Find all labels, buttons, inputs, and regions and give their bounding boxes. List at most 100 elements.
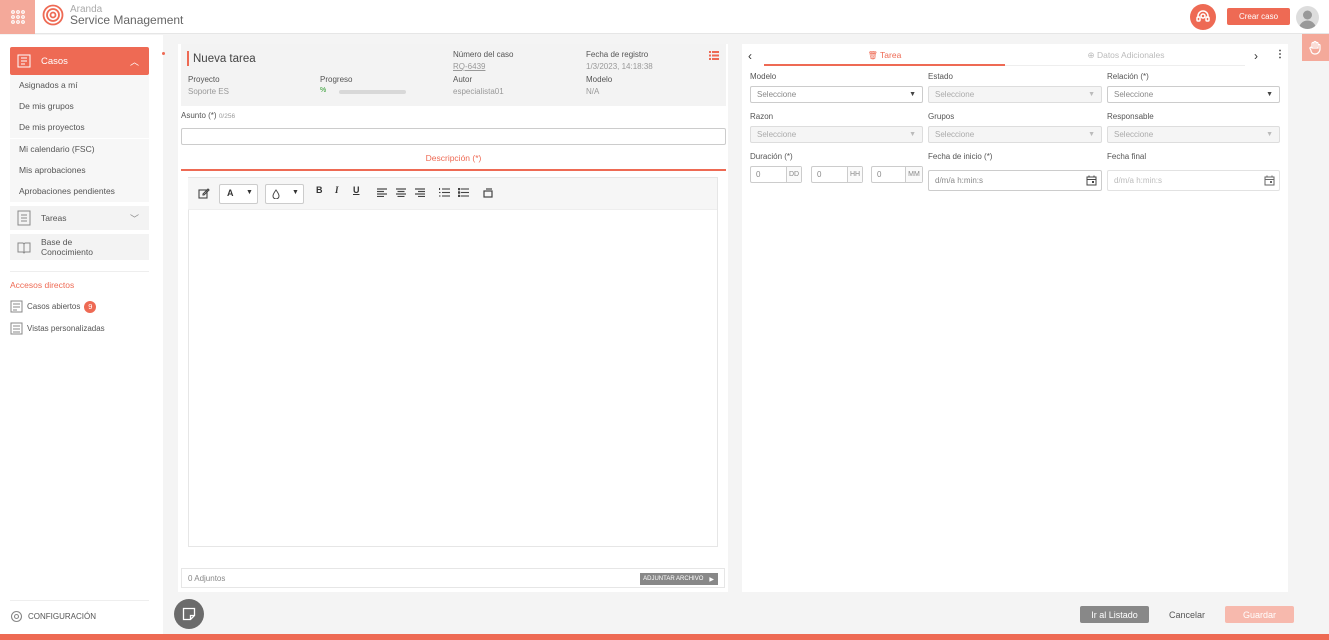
bold-icon[interactable]: B	[316, 185, 323, 195]
duracion-dd-input[interactable]: 0 DD	[750, 166, 802, 183]
divider	[10, 600, 149, 601]
create-case-button[interactable]: Crear caso	[1227, 8, 1290, 25]
numero-label: Número del caso	[453, 50, 514, 59]
accesos-directos-title: Accesos directos	[10, 280, 75, 290]
notes-button[interactable]	[174, 599, 204, 629]
duracion-mm-input[interactable]: 0 MM	[871, 166, 923, 183]
chevron-up-icon[interactable]: ︿	[130, 55, 139, 68]
caret-down-icon: ▼	[909, 131, 916, 138]
underline-icon[interactable]: U	[353, 185, 360, 195]
select-placeholder: Seleccione	[757, 130, 797, 139]
font-color-select[interactable]: A ▼	[219, 184, 258, 204]
config-label: CONFIGURACIÓN	[28, 612, 96, 621]
chevron-right-icon[interactable]: ›	[1254, 49, 1258, 63]
mm-unit: MM	[905, 167, 922, 182]
select-placeholder: Seleccione	[935, 90, 975, 99]
sidebar-item-proyectos[interactable]: De mis proyectos	[10, 117, 149, 138]
razon-field-label: Razon	[750, 112, 774, 121]
cancel-button[interactable]: Cancelar	[1157, 606, 1217, 623]
go-to-list-button[interactable]: Ir al Listado	[1080, 606, 1149, 623]
support-agent-icon[interactable]	[1190, 4, 1216, 30]
responsable-field-label: Responsable	[1107, 112, 1154, 121]
chevron-left-icon[interactable]: ‹	[748, 49, 752, 63]
sidebar-item-pendientes[interactable]: Aprobaciones pendientes	[10, 181, 149, 202]
tab-datos-adicionales[interactable]: ⊕ Datos Adicionales	[1005, 50, 1247, 61]
caret-down-icon: ▼	[1266, 131, 1273, 138]
sidebar-item-grupos[interactable]: De mis grupos	[10, 96, 149, 117]
brand-logo[interactable]: Aranda Service Management	[42, 4, 183, 26]
sidebar-item-label: Conocimiento	[41, 247, 93, 257]
tab-tarea[interactable]: 🗑 Tarea	[764, 50, 1005, 60]
user-avatar[interactable]	[1296, 6, 1319, 29]
chevron-down-icon[interactable]: ﹀	[130, 212, 139, 225]
proyecto-value: Soporte ES	[188, 87, 229, 96]
duracion-hh-input[interactable]: 0 HH	[811, 166, 863, 183]
caret-down-icon: ▼	[1088, 131, 1095, 138]
razon-select[interactable]: Seleccione ▼	[750, 126, 923, 143]
align-right-icon[interactable]	[415, 188, 425, 199]
asunto-input[interactable]	[181, 128, 726, 145]
top-bar: Aranda Service Management Crear caso	[0, 0, 1329, 34]
align-center-icon[interactable]	[396, 188, 406, 199]
sidebar-item-asignados[interactable]: Asignados a mí	[10, 75, 149, 96]
side-panel-toggle[interactable]	[1302, 34, 1329, 61]
list-icon	[10, 300, 23, 313]
bottom-accent-strip	[0, 634, 1329, 640]
save-button[interactable]: Guardar	[1225, 606, 1294, 623]
sidebar-item-aprobaciones[interactable]: Mis aprobaciones	[10, 160, 149, 181]
shortcut-label: Casos abiertos	[27, 302, 81, 311]
attach-file-button[interactable]: ADJUNTAR ARCHIVO ▶	[640, 573, 718, 585]
tab-label: Datos Adicionales	[1096, 50, 1165, 60]
sidebar: Casos ︿ Asignados a mí De mis grupos De …	[0, 35, 163, 635]
attachments-count: 0 Adjuntos	[188, 574, 226, 583]
asunto-label-text: Asunto (*)	[181, 111, 217, 120]
bullet-list-icon[interactable]	[457, 187, 469, 199]
select-placeholder: Seleccione	[1114, 130, 1154, 139]
plus-circle-icon: ⊕	[1087, 50, 1095, 60]
grupos-select[interactable]: Seleccione ▼	[928, 126, 1102, 143]
fecha-final-input[interactable]: d/m/a h:min:s	[1107, 170, 1280, 191]
sidebar-item-label: Tareas	[41, 213, 67, 223]
relacion-select[interactable]: Seleccione ▼	[1107, 86, 1280, 103]
fullscreen-icon[interactable]	[483, 188, 493, 200]
apps-grid-icon[interactable]	[0, 0, 35, 34]
asunto-counter: 0/256	[218, 113, 236, 120]
estado-select[interactable]: Seleccione ▼	[928, 86, 1102, 103]
background-color-select[interactable]: ▼	[265, 184, 304, 204]
description-editor[interactable]	[188, 177, 718, 547]
play-icon: ▶	[709, 576, 714, 583]
calendar-icon[interactable]	[1264, 175, 1275, 186]
progreso-value: %	[320, 87, 327, 94]
case-header: Nueva tarea Número del caso RQ-6439 Fech…	[181, 44, 726, 106]
fecha-inicio-field-label: Fecha de inicio (*)	[928, 152, 993, 161]
fecha-label: Fecha de registro	[586, 50, 649, 59]
edit-icon[interactable]	[198, 187, 210, 201]
case-number-link[interactable]: RQ-6439	[453, 62, 485, 71]
shortcut-label: Vistas personalizadas	[27, 324, 105, 333]
modelo-select[interactable]: Seleccione ▼	[750, 86, 923, 103]
responsable-select[interactable]: Seleccione ▼	[1107, 126, 1280, 143]
sidebar-item-label: Base de	[41, 237, 73, 247]
autor-label: Autor	[453, 75, 473, 84]
shortcut-casos-abiertos[interactable]: Casos abiertos 9	[10, 300, 97, 313]
count-badge: 9	[84, 300, 97, 313]
more-options-icon[interactable]: ⋮	[1275, 49, 1285, 60]
shortcut-vistas[interactable]: Vistas personalizadas	[10, 322, 105, 335]
ordered-list-icon[interactable]	[438, 188, 450, 199]
calendar-icon[interactable]	[1086, 175, 1097, 186]
list-icon[interactable]	[709, 51, 719, 62]
tab-descripcion[interactable]: Descripción (*)	[181, 153, 726, 163]
collapse-handle[interactable]	[162, 52, 165, 55]
sidebar-item-casos[interactable]: Casos ︿	[10, 47, 149, 75]
sidebar-item-tareas[interactable]: Tareas ﹀	[10, 206, 149, 230]
tasks-icon	[17, 210, 31, 226]
cases-icon	[17, 54, 31, 68]
align-left-icon[interactable]	[377, 188, 387, 199]
sidebar-item-base-conocimiento[interactable]: Base de Conocimiento	[10, 234, 149, 260]
sidebar-item-calendario[interactable]: Mi calendario (FSC)	[10, 139, 149, 160]
modelo-value: N/A	[586, 87, 600, 96]
configuration-link[interactable]: CONFIGURACIÓN	[10, 610, 96, 623]
fecha-inicio-input[interactable]: d/m/a h:min:s	[928, 170, 1102, 191]
italic-icon[interactable]: I	[335, 185, 339, 195]
trash-icon: 🗑	[867, 51, 878, 60]
